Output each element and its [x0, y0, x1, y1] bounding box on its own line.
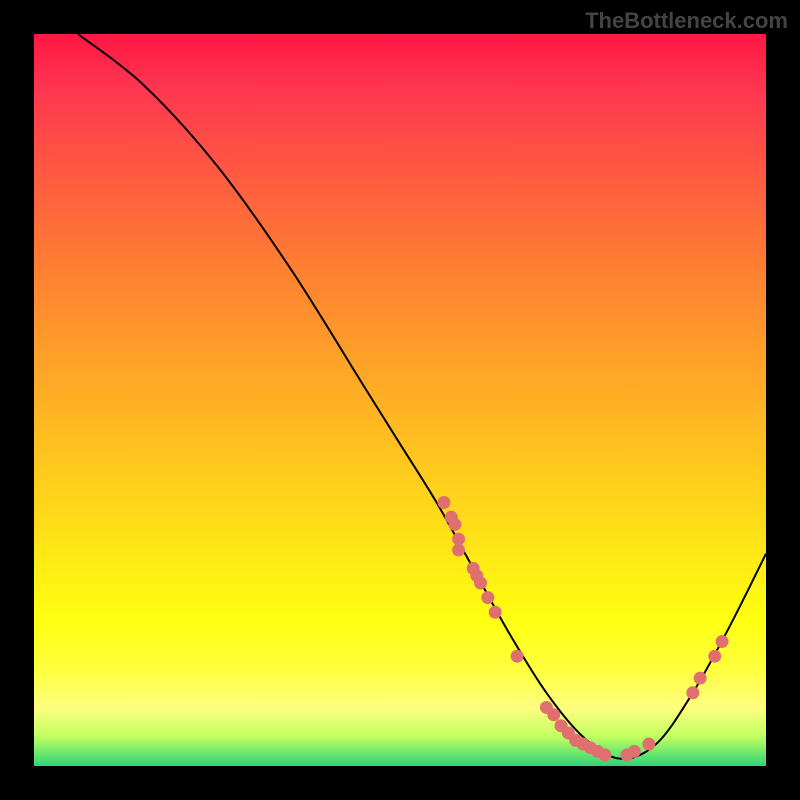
- data-point: [708, 650, 721, 663]
- data-point: [547, 708, 560, 721]
- data-point: [686, 686, 699, 699]
- chart-plot-area: [34, 34, 766, 766]
- data-point: [452, 544, 465, 557]
- watermark-text: TheBottleneck.com: [585, 8, 788, 34]
- bottleneck-curve: [78, 34, 766, 759]
- data-point: [716, 635, 729, 648]
- data-point: [448, 518, 461, 531]
- chart-svg: [34, 34, 766, 766]
- data-point: [489, 606, 502, 619]
- data-point: [628, 745, 641, 758]
- data-point: [437, 496, 450, 509]
- data-points-group: [437, 496, 728, 762]
- data-point: [511, 650, 524, 663]
- data-point: [642, 738, 655, 751]
- data-point: [598, 749, 611, 762]
- data-point: [694, 672, 707, 685]
- chart-container: TheBottleneck.com: [0, 0, 800, 800]
- data-point: [481, 591, 494, 604]
- data-point: [474, 577, 487, 590]
